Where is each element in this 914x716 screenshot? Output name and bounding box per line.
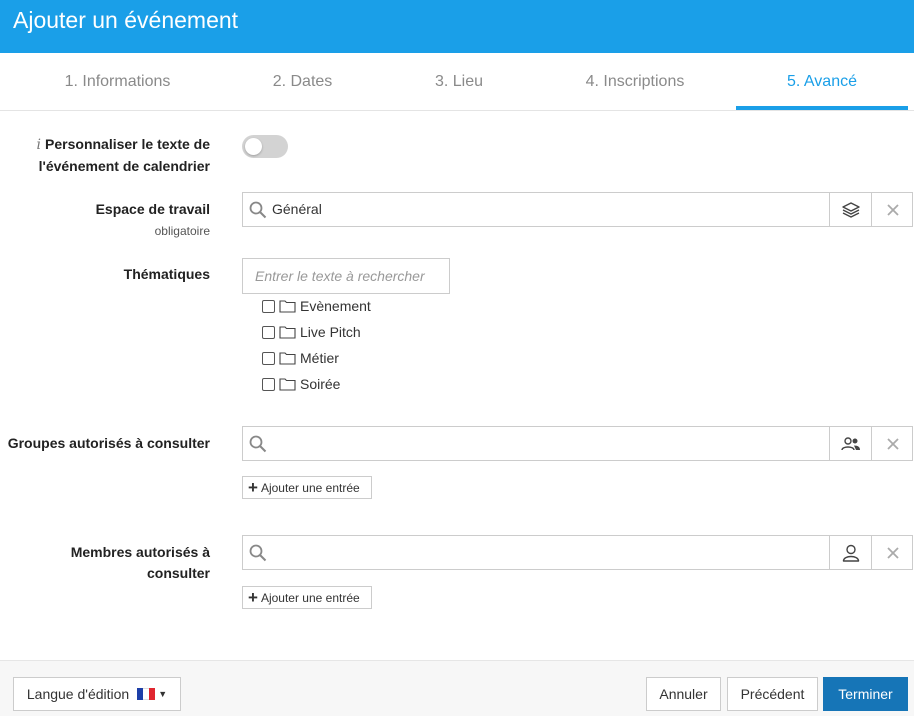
close-icon [886,546,899,559]
workspace-field[interactable]: Général [242,192,913,227]
search-icon [249,544,267,562]
plus-icon: + [248,477,258,497]
tab-inscriptions[interactable]: 4. Inscriptions [560,53,710,110]
members-select-button[interactable] [829,536,871,569]
tab-avance[interactable]: 5. Avancé [736,53,908,110]
tab-dates[interactable]: 2. Dates [240,53,365,110]
members-field[interactable] [242,535,913,570]
close-icon [886,437,899,450]
groups-label: Groupes autorisés à consulter [7,435,210,451]
dialog-header: Ajouter un événement [0,0,914,53]
theme-item-label: Métier [300,350,339,366]
wizard-tabs: 1. Informations 2. Dates 3. Lieu 4. Insc… [0,53,914,111]
fr-flag-icon [137,688,156,700]
theme-item[interactable]: Live Pitch [262,322,361,342]
theme-item-label: Soirée [300,376,341,392]
theme-item[interactable]: Evènement [262,296,371,316]
themes-search-input[interactable] [243,259,449,293]
close-icon [886,203,899,216]
folder-icon [279,300,296,313]
info-icon[interactable]: i [37,137,41,153]
workspace-value: Général [272,201,322,217]
active-tab-indicator [736,106,908,110]
search-icon [249,201,267,219]
finish-button[interactable]: Terminer [823,677,908,711]
members-add-entry-button[interactable]: + Ajouter une entrée [242,586,372,609]
tab-lieu[interactable]: 3. Lieu [400,53,518,110]
checkbox[interactable] [262,325,275,339]
tab-informations[interactable]: 1. Informations [40,53,195,110]
themes-search [242,258,450,294]
user-icon [842,544,859,562]
folder-icon [279,352,296,365]
checkbox[interactable] [262,351,275,365]
theme-item-label: Live Pitch [300,324,361,340]
workspace-clear-button[interactable] [871,193,913,226]
custom-text-label: i Personnaliser le texte de l'événement d… [36,136,210,174]
checkbox[interactable] [262,377,275,391]
theme-item-label: Evènement [300,298,371,314]
folder-icon [279,326,296,339]
groups-add-entry-button[interactable]: + Ajouter une entrée [242,476,372,499]
toggle-knob [245,138,262,155]
checkbox[interactable] [262,299,275,313]
plus-icon: + [248,587,258,607]
themes-label: Thématiques [123,266,210,282]
theme-item[interactable]: Métier [262,348,339,368]
group-icon [840,436,860,450]
dialog-title: Ajouter un événement [13,7,239,33]
groups-clear-button[interactable] [871,427,913,460]
groups-field[interactable] [242,426,913,461]
theme-item[interactable]: Soirée [262,374,340,394]
members-clear-button[interactable] [871,536,913,569]
workspace-label: Espace de travail [95,201,210,217]
folder-icon [279,378,296,391]
cancel-button[interactable]: Annuler [646,677,721,711]
custom-text-toggle[interactable] [242,135,288,158]
search-icon [249,435,267,453]
previous-button[interactable]: Précédent [727,677,818,711]
language-select-button[interactable]: Langue d'édition ▼ [13,677,181,711]
caret-down-icon: ▼ [158,689,168,699]
layers-icon [841,201,860,218]
workspace-select-button[interactable] [829,193,871,226]
members-label: Membres autorisés à consulter [70,544,210,581]
language-label: Langue d'édition [26,686,130,702]
groups-select-button[interactable] [829,427,871,460]
workspace-required-note: obligatoire [154,224,210,238]
